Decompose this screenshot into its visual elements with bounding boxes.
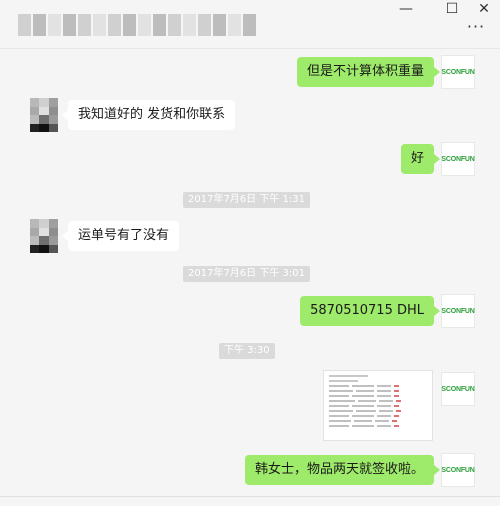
timestamp: 2017年7月6日 下午 1:31: [183, 192, 310, 208]
message-bubble[interactable]: 但是不计算体积重量: [296, 57, 441, 87]
self-avatar[interactable]: SCONFUN: [441, 294, 475, 328]
header-divider: [0, 48, 500, 49]
contact-avatar[interactable]: [30, 98, 58, 132]
message-bubble[interactable]: 5870510715 DHL: [300, 296, 440, 326]
contact-avatar[interactable]: [30, 219, 58, 253]
title-bar: — ☐ ✕ ···: [0, 0, 500, 48]
self-avatar[interactable]: SCONFUN: [441, 55, 475, 89]
message-bubble[interactable]: 韩女士，物品两天就签收啦。: [244, 455, 441, 485]
more-options-icon[interactable]: ···: [464, 19, 488, 36]
maximize-icon[interactable]: ☐: [440, 0, 464, 18]
message-bubble[interactable]: 我知道好的 发货和你联系: [61, 100, 236, 130]
close-icon[interactable]: ✕: [472, 0, 496, 18]
input-divider: [0, 496, 500, 497]
message-bubble[interactable]: 好: [400, 144, 441, 174]
timestamp: 下午 3:30: [219, 343, 275, 359]
self-avatar[interactable]: SCONFUN: [441, 453, 475, 487]
image-message-document[interactable]: [323, 370, 433, 441]
minimize-icon[interactable]: —: [394, 0, 418, 18]
contact-name-blurred: [18, 14, 256, 36]
self-avatar[interactable]: SCONFUN: [441, 372, 475, 406]
self-avatar[interactable]: SCONFUN: [441, 142, 475, 176]
timestamp: 2017年7月6日 下午 3:01: [183, 266, 310, 282]
message-bubble[interactable]: 运单号有了没有: [61, 221, 180, 251]
